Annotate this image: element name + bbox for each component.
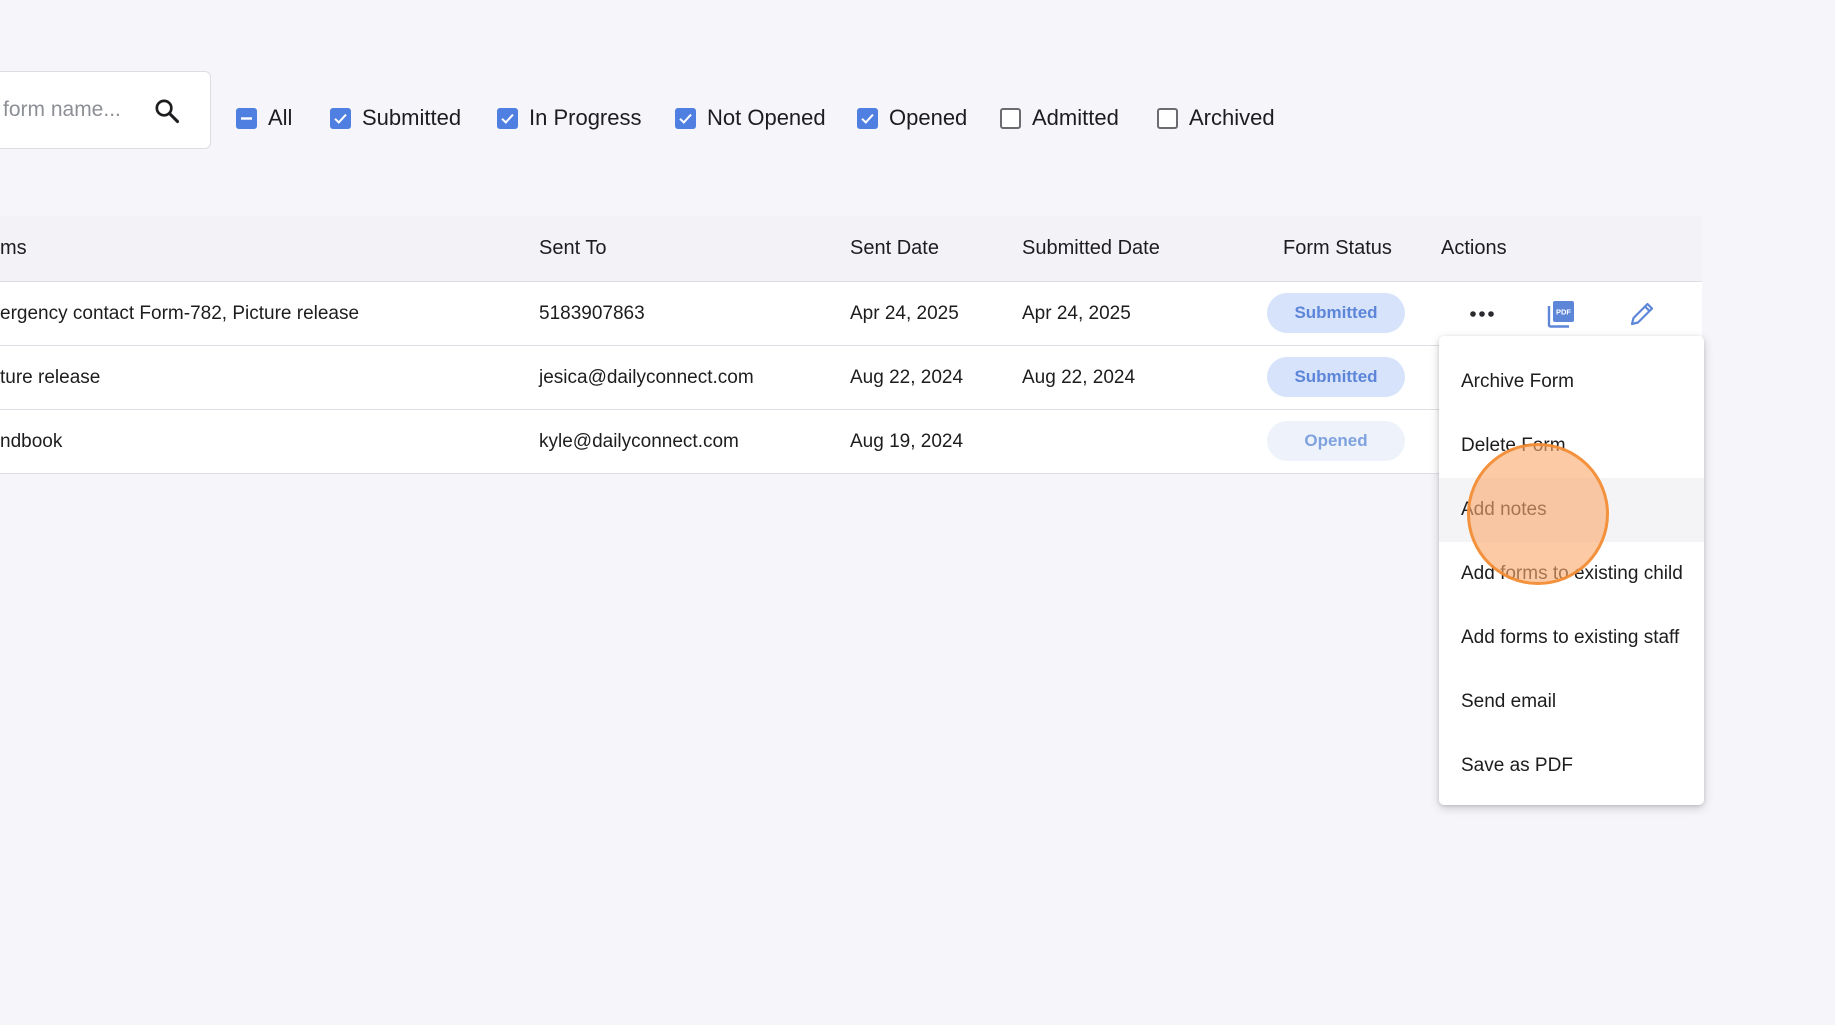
status-badge: Submitted xyxy=(1267,357,1405,397)
sent-to-cell: jesica@dailyconnect.com xyxy=(539,367,754,388)
search-icon[interactable] xyxy=(153,97,181,125)
edit-pencil-icon[interactable] xyxy=(1626,298,1658,330)
filter-label: All xyxy=(268,105,293,130)
filter-not-opened[interactable]: Not Opened xyxy=(675,101,826,135)
column-header-form-status[interactable]: Form Status xyxy=(1283,216,1392,281)
column-header-sent-to[interactable]: Sent To xyxy=(539,216,606,281)
filter-in-progress[interactable]: In Progress xyxy=(497,101,642,135)
filter-label: Admitted xyxy=(1032,105,1119,130)
sent-date-cell: Apr 24, 2025 xyxy=(850,303,959,324)
actions-menu: Archive Form Delete Form Add notes Add f… xyxy=(1439,336,1704,805)
filter-admitted[interactable]: Admitted xyxy=(1000,101,1119,135)
pdf-icon[interactable]: PDF xyxy=(1545,298,1577,330)
filter-opened[interactable]: Opened xyxy=(857,101,967,135)
submitted-date-cell: Apr 24, 2025 xyxy=(1022,303,1131,324)
checkbox-checked-icon[interactable] xyxy=(497,107,518,129)
menu-item-delete-form[interactable]: Delete Form xyxy=(1439,414,1704,478)
search-input[interactable] xyxy=(3,72,153,148)
indeterminate-checkbox-icon[interactable] xyxy=(236,107,257,129)
sent-to-cell: kyle@dailyconnect.com xyxy=(539,431,739,452)
menu-item-send-email[interactable]: Send email xyxy=(1439,670,1704,734)
checkbox-unchecked-icon[interactable] xyxy=(1157,107,1178,129)
menu-item-archive-form[interactable]: Archive Form xyxy=(1439,350,1704,414)
filter-label: Submitted xyxy=(362,105,462,130)
sent-to-cell: 5183907863 xyxy=(539,303,645,324)
filter-submitted[interactable]: Submitted xyxy=(330,101,461,135)
menu-item-add-notes[interactable]: Add notes xyxy=(1439,478,1704,542)
column-header-forms[interactable]: ms xyxy=(0,216,27,281)
checkbox-checked-icon[interactable] xyxy=(675,107,696,129)
menu-item-save-as-pdf[interactable]: Save as PDF xyxy=(1439,734,1704,798)
column-header-submitted-date[interactable]: Submitted Date xyxy=(1022,216,1160,281)
forms-cell: ture release xyxy=(0,367,101,388)
filter-label: Opened xyxy=(889,105,968,130)
checkbox-unchecked-icon[interactable] xyxy=(1000,107,1021,129)
filter-label: Not Opened xyxy=(707,105,826,130)
status-badge: Submitted xyxy=(1267,293,1405,333)
checkbox-checked-icon[interactable] xyxy=(330,107,351,129)
status-badge: Opened xyxy=(1267,421,1405,461)
table-header: ms Sent To Sent Date Submitted Date Form… xyxy=(0,216,1702,282)
filter-label: Archived xyxy=(1189,105,1275,130)
submitted-date-cell: Aug 22, 2024 xyxy=(1022,367,1136,388)
column-header-actions: Actions xyxy=(1441,237,1507,259)
checkbox-checked-icon[interactable] xyxy=(857,107,878,129)
forms-cell: ndbook xyxy=(0,431,63,452)
filter-all[interactable]: All xyxy=(236,101,292,135)
svg-text:PDF: PDF xyxy=(1556,308,1571,317)
search-box[interactable] xyxy=(0,71,211,149)
sent-date-cell: Aug 22, 2024 xyxy=(850,367,964,388)
forms-cell: ergency contact Form-782, Picture releas… xyxy=(0,303,360,324)
menu-item-add-forms-to-existing-child[interactable]: Add forms to existing child xyxy=(1439,542,1704,606)
more-horizontal-icon[interactable] xyxy=(1466,298,1498,330)
sent-date-cell: Aug 19, 2024 xyxy=(850,431,964,452)
filter-archived[interactable]: Archived xyxy=(1157,101,1275,135)
menu-item-add-forms-to-existing-staff[interactable]: Add forms to existing staff xyxy=(1439,606,1704,670)
column-header-sent-date[interactable]: Sent Date xyxy=(850,216,939,281)
filter-label: In Progress xyxy=(529,105,642,130)
